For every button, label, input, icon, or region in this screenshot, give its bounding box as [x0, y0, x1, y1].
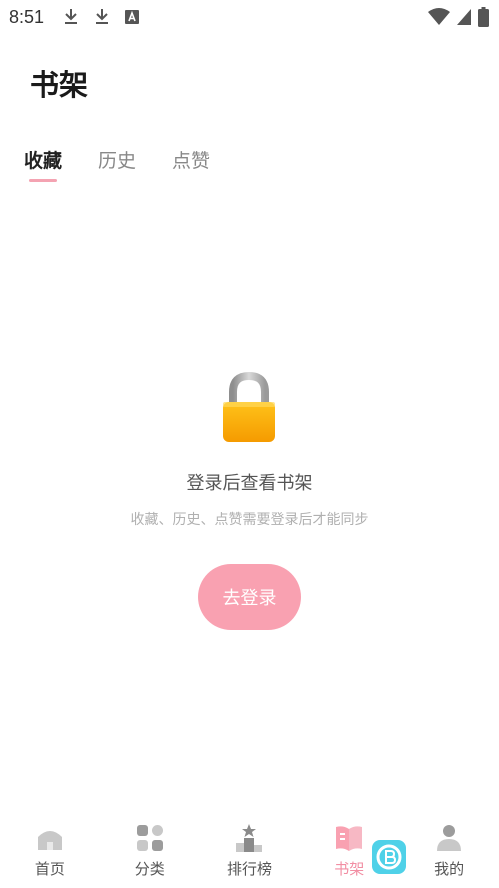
tab-history[interactable]: 历史 — [98, 146, 136, 173]
status-indicators — [428, 6, 489, 28]
download-icon — [96, 9, 108, 24]
login-button[interactable]: 去登录 — [198, 564, 301, 630]
grid-icon — [136, 825, 163, 851]
overlay-app-badge — [372, 840, 406, 874]
tab-label: 点赞 — [172, 150, 211, 172]
wifi-icon — [428, 8, 450, 25]
status-bar: 8:51 — [0, 0, 499, 36]
empty-state-description: 收藏、历史、点赞需要登录后才能同步 — [130, 512, 369, 528]
nav-item-ranking[interactable]: 排行榜 — [200, 816, 300, 888]
tab-favorites[interactable]: 收藏 — [24, 146, 63, 182]
tab-label: 收藏 — [24, 150, 63, 172]
battery-icon — [478, 7, 489, 27]
podium-icon — [236, 824, 263, 852]
home-icon — [37, 831, 62, 850]
page-title: 书架 — [30, 68, 89, 102]
tab-likes[interactable]: 点赞 — [172, 146, 210, 173]
nav-label: 排行榜 — [226, 860, 272, 878]
download-icon — [65, 9, 77, 24]
nav-item-profile[interactable]: 我的 — [399, 816, 499, 888]
nav-label: 我的 — [434, 860, 465, 878]
nav-label: 分类 — [134, 860, 165, 878]
lock-icon — [221, 371, 277, 444]
tab-label: 历史 — [98, 150, 137, 172]
empty-state-title: 登录后查看书架 — [186, 473, 313, 494]
nav-label: 首页 — [34, 860, 65, 878]
tab-bar: 收藏 历史 点赞 — [24, 146, 246, 182]
profile-icon — [437, 825, 462, 851]
status-time: 8:51 — [9, 7, 45, 27]
book-icon — [336, 826, 363, 851]
bottom-nav: 首页 分类 排行榜 书架 我的 — [0, 816, 499, 888]
nav-item-category[interactable]: 分类 — [100, 816, 200, 888]
tab-active-indicator — [29, 179, 57, 182]
font-icon — [125, 10, 139, 24]
signal-icon — [457, 9, 471, 25]
nav-item-home[interactable]: 首页 — [0, 816, 100, 888]
